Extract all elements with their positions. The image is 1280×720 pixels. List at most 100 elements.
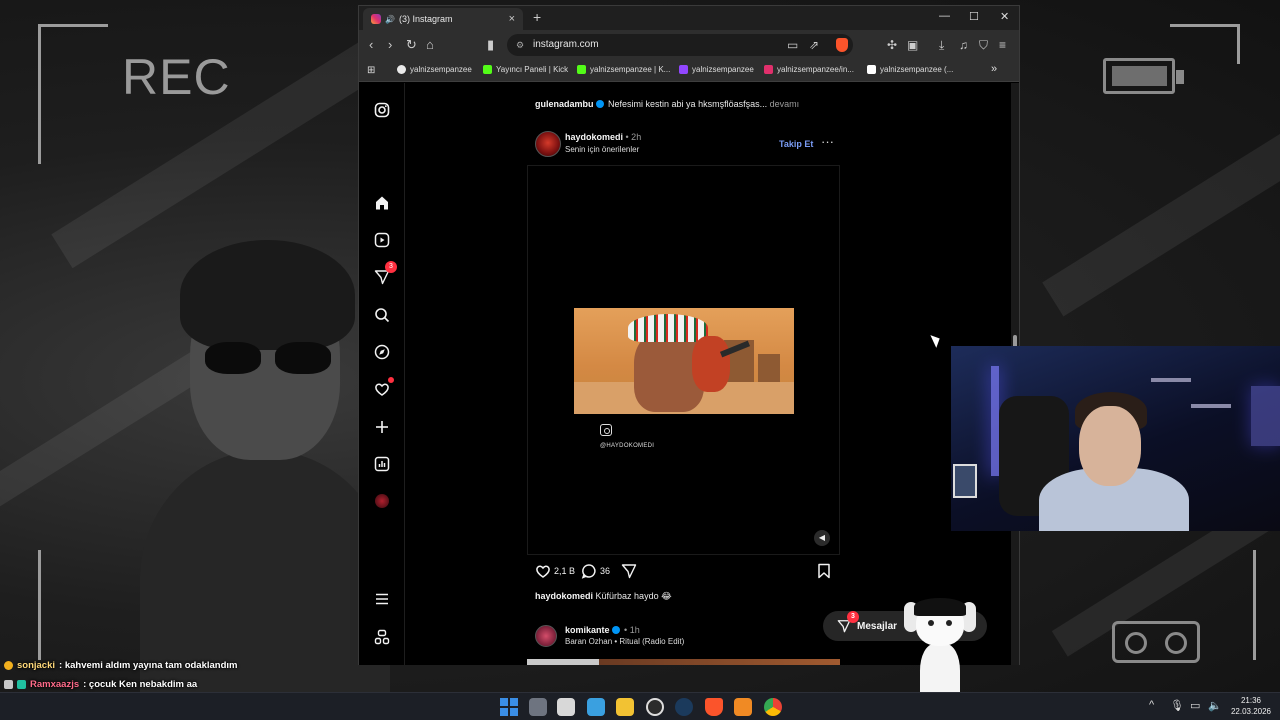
apps-icon[interactable]: ⊞ [367, 65, 375, 76]
camera-frame-corner [38, 24, 108, 164]
tray-expand-icon[interactable]: ^ [1149, 699, 1154, 711]
bookmark-icon[interactable]: ▮ [487, 37, 494, 53]
share-icon[interactable]: ⇗ [809, 38, 819, 52]
bookmark-item[interactable]: yalnizsempanzee | K... [577, 65, 670, 74]
messages-icon: 3 [837, 611, 859, 633]
browser-window: 🔊 (3) Instagram × + — ☐ ✕ ‹ › ↻ ⌂ ▮ ⚙ in… [358, 5, 1020, 665]
address-bar-row: ‹ › ↻ ⌂ ▮ ⚙ instagram.com ▭ ⇗ ✣ ▣ ⤓ ♫ ⛉ … [359, 30, 1019, 60]
post-username[interactable]: haydokomedi [565, 132, 623, 142]
post-time: • 2h [625, 132, 642, 142]
previous-post-username[interactable]: gulenadambu [535, 99, 594, 109]
url-field[interactable]: ⚙ instagram.com [507, 34, 853, 56]
comment-button[interactable]: 36 [581, 563, 610, 579]
post-avatar[interactable] [535, 131, 561, 157]
media-icon[interactable]: ♫ [959, 38, 968, 52]
tab-close-icon[interactable]: × [509, 13, 515, 25]
obs-icon[interactable] [646, 698, 664, 716]
bookmark-item[interactable]: yalnizsempanzee [397, 65, 472, 74]
cassette-icon [1112, 621, 1200, 663]
chat-username: Ramxaazjs [30, 679, 80, 690]
speaker-icon: 🔊 [385, 14, 395, 24]
home-icon[interactable]: ⌂ [426, 37, 434, 52]
tab-bar: 🔊 (3) Instagram × + — ☐ ✕ [359, 6, 1019, 30]
more-bookmarks-icon[interactable]: » [991, 63, 997, 75]
system-clock[interactable]: 21:36 22.03.2026 [1226, 695, 1276, 717]
more-options-icon[interactable]: ··· [821, 134, 834, 149]
next-post-media[interactable] [527, 659, 840, 665]
maximize-icon[interactable]: ☐ [969, 10, 979, 23]
bookmark-item[interactable]: Yayıncı Paneli | Kick [483, 65, 568, 74]
menu-icon[interactable]: ≡ [999, 38, 1006, 52]
forward-icon[interactable]: › [388, 37, 392, 52]
previous-post-caption: gulenadambu Nefesimi kestin abi ya hksmş… [535, 99, 799, 109]
new-tab-button[interactable]: + [533, 9, 541, 25]
post-subtitle: Senin için önerilenler [565, 145, 640, 154]
next-post-avatar[interactable] [535, 625, 557, 647]
home-icon[interactable] [372, 193, 392, 213]
like-button[interactable]: 2,1 B [535, 563, 575, 579]
post-header: haydokomedi • 2h Senin için önerilenler … [535, 129, 835, 161]
chrome-icon[interactable] [764, 698, 782, 716]
reload-icon[interactable]: ↻ [406, 37, 417, 53]
start-icon[interactable] [500, 698, 518, 716]
vpn-icon[interactable]: ⛉ [979, 38, 988, 53]
notification-dot [388, 377, 394, 383]
download-icon[interactable]: ⤓ [939, 38, 944, 53]
save-button[interactable] [817, 563, 831, 579]
brave-shields-icon[interactable] [836, 38, 848, 52]
create-icon[interactable] [372, 417, 392, 437]
audio-toggle-icon[interactable]: ◀ [814, 530, 830, 546]
bookmark-item[interactable]: yalnizsempanzee [679, 65, 754, 74]
instagram-page: 3 gulenadambu Nefesimi kestin abi ya hks… [359, 83, 1019, 665]
steam-icon[interactable] [675, 698, 693, 716]
next-post-username[interactable]: komikante [565, 625, 610, 635]
site-info-icon[interactable]: ⚙ [516, 34, 524, 56]
feed: gulenadambu Nefesimi kestin abi ya hksmş… [527, 83, 843, 665]
extensions-icon[interactable]: ✣ [887, 38, 897, 52]
camera-frame-corner [1170, 24, 1240, 64]
chat-text: : kahvemi aldım yayına tam odaklandım [59, 660, 238, 671]
share-button[interactable] [621, 563, 637, 579]
tab-instagram[interactable]: 🔊 (3) Instagram × [363, 8, 523, 30]
messages-icon[interactable]: 3 [372, 261, 397, 287]
save-icon [818, 563, 830, 579]
minimize-icon[interactable]: — [939, 10, 950, 22]
bookmark-item[interactable]: yalnizsempanzee/in... [764, 65, 854, 74]
stream-chat: sonjacki : kahvemi aldım yayına tam odak… [4, 656, 238, 694]
sidebar-toggle-icon[interactable]: ▣ [907, 38, 918, 52]
instagram-watermark-icon [600, 424, 612, 436]
photos-icon[interactable] [587, 698, 605, 716]
close-window-icon[interactable]: ✕ [1000, 10, 1009, 23]
notifications-icon[interactable] [372, 377, 394, 399]
url-text: instagram.com [533, 39, 599, 50]
bookmarks-bar: ⊞ yalnizsempanzee Yayıncı Paneli | Kick … [359, 60, 1019, 82]
threads-icon[interactable] [372, 627, 392, 647]
microphone-icon[interactable]: 🎙 [1170, 699, 1184, 712]
caption-username[interactable]: haydokomedi [535, 591, 593, 601]
windows-taskbar: ^ 🎙 ▭ 🔈 21:36 22.03.2026 [0, 692, 1280, 720]
file-explorer-icon[interactable] [616, 698, 634, 716]
instagram-logo-icon[interactable] [372, 100, 392, 120]
media-player-icon[interactable] [734, 698, 752, 716]
profile-avatar[interactable] [372, 491, 392, 511]
volume-icon[interactable]: 🔈 [1208, 699, 1222, 712]
bookmark-item[interactable]: yalnizsempanzee (... [867, 65, 953, 74]
next-post-audio[interactable]: Baran Ozhan • Ritual (Radio Edit) [565, 637, 684, 646]
more-link[interactable]: devamı [770, 99, 800, 109]
reel-video[interactable]: @HAYDOKOMEDI ◀ [527, 165, 840, 555]
follow-button[interactable]: Takip Et [779, 139, 813, 149]
brave-icon[interactable] [705, 698, 723, 716]
dashboard-icon[interactable] [372, 454, 392, 474]
next-post-header: komikante • 1h Baran Ozhan • Ritual (Rad… [535, 623, 835, 655]
reels-icon[interactable] [372, 230, 392, 250]
task-view-icon[interactable] [529, 698, 547, 716]
post-actions: 2,1 B 36 [535, 563, 835, 581]
search-icon[interactable] [372, 305, 392, 325]
explore-icon[interactable] [372, 342, 392, 362]
back-icon[interactable]: ‹ [369, 37, 373, 52]
taskbar-app-icon[interactable] [557, 698, 575, 716]
cast-icon[interactable]: ▭ [787, 38, 798, 52]
menu-icon[interactable] [372, 589, 392, 609]
chat-badge-icon [4, 680, 13, 689]
display-icon[interactable]: ▭ [1190, 699, 1200, 712]
